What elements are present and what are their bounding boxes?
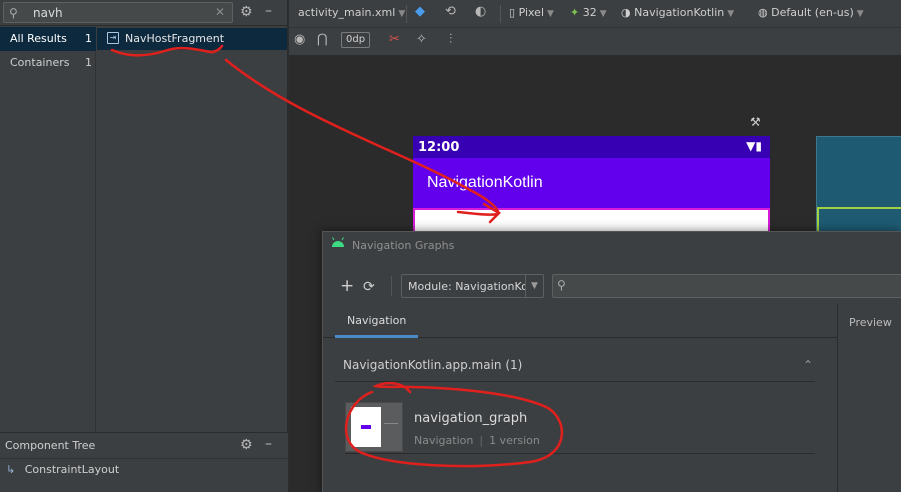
orientation-icon[interactable]: ⟲ (445, 4, 456, 19)
eye-icon[interactable]: ◉ (294, 32, 305, 47)
fragment-thumbnail (351, 407, 381, 447)
list-item-navigation-graph[interactable]: navigation_graph Navigation | 1 version (345, 402, 815, 454)
locale-selector[interactable]: ◍ Default (en-us) ▼ (758, 6, 864, 19)
globe-icon: ◍ (758, 6, 772, 19)
palette-results: ⇥ NavHostFragment (96, 27, 288, 432)
component-tree-header: Component Tree ⚙ – (0, 433, 288, 459)
locale-label: Default (en-us) (771, 6, 854, 19)
chevron-down-icon: ▼ (599, 9, 607, 19)
search-icon: ⚲ (557, 278, 566, 292)
magnet-icon[interactable]: ⋂ (317, 32, 328, 47)
chevron-up-icon[interactable]: ⌃ (803, 358, 813, 372)
component-tree-title: Component Tree (5, 439, 96, 452)
minimize-icon[interactable]: – (265, 3, 272, 19)
meta-divider: | (479, 434, 484, 447)
theme-icon: ◑ (621, 6, 635, 19)
category-count: 1 (85, 32, 92, 45)
minimize-icon[interactable]: – (265, 436, 272, 452)
device-label: Pixel (518, 6, 545, 19)
navigation-graph-thumbnail (345, 402, 403, 452)
clear-constraints-icon[interactable]: ✂ (389, 32, 400, 47)
dialog-tabs: Navigation (323, 304, 837, 338)
search-icon: ⚲ (9, 6, 18, 20)
layers-icon[interactable]: ◆ (415, 4, 425, 19)
chevron-down-icon: ▼ (727, 9, 735, 19)
gear-icon[interactable]: ⚙ (240, 437, 253, 453)
align-icon[interactable]: ⫶ (449, 32, 452, 47)
toolbar-divider (406, 5, 407, 23)
dialog-toolbar: + ⟳ Module: NavigationKotlin ▼ ⚲ (323, 270, 901, 300)
resource-group-label: NavigationKotlin.app.main (1) (343, 358, 523, 372)
palette-item-navhostfragment[interactable]: ⇥ NavHostFragment (97, 28, 287, 50)
category-containers[interactable]: Containers 1 (0, 51, 96, 75)
constraint-layout-icon: ↳ (6, 463, 16, 476)
close-icon[interactable]: ✕ (215, 5, 225, 19)
add-icon[interactable]: + (340, 278, 354, 295)
wrench-icon[interactable]: ⚒ (750, 115, 761, 129)
status-bar: 12:00 ▼▮ (413, 136, 770, 158)
preview-label: Preview (849, 316, 892, 329)
component-tree-panel: Component Tree ⚙ – ↳ ConstraintLayout (0, 432, 288, 492)
design-toolbar: activity_main.xml ▼ ◆ ⟲ ◐ ▯ Pixel ▼ ✦ 32 ▼ … (289, 0, 901, 28)
theme-selector[interactable]: ◑ NavigationKotlin ▼ (621, 6, 734, 19)
dialog-title: Navigation Graphs (352, 239, 455, 252)
app-bar: NavigationKotlin (413, 158, 770, 208)
signal-battery-icon: ▼▮ (746, 139, 762, 153)
api-label: 32 (582, 6, 597, 19)
dialog-title-bar: Navigation Graphs (323, 232, 901, 258)
infer-constraints-icon[interactable]: ✧ (416, 32, 427, 47)
palette-search-value: navh (33, 6, 63, 20)
android-icon (332, 237, 344, 247)
graph-meta: Navigation | 1 version (414, 434, 540, 447)
palette-panel: ⚲ navh ✕ ⚙ – All Results 1 Containers 1 … (0, 0, 288, 432)
api-selector[interactable]: ✦ 32 ▼ (570, 6, 607, 19)
app-bar-title: NavigationKotlin (427, 174, 543, 191)
gear-icon[interactable]: ⚙ (240, 4, 253, 20)
category-all-results[interactable]: All Results 1 (0, 27, 96, 51)
tree-item-constraintlayout[interactable]: ↳ ConstraintLayout (6, 463, 119, 476)
graph-name: navigation_graph (414, 411, 528, 426)
status-time: 12:00 (418, 140, 460, 155)
category-label: All Results (10, 32, 67, 45)
file-label: activity_main.xml (298, 6, 396, 19)
chevron-down-icon: ▼ (398, 9, 406, 19)
palette-search-row: ⚲ navh ✕ ⚙ – (0, 0, 288, 26)
dialog-search-input[interactable]: ⚲ (552, 274, 901, 298)
palette-categories: All Results 1 Containers 1 (0, 27, 96, 432)
graph-versions: 1 version (489, 434, 540, 447)
chevron-down-icon: ▼ (547, 9, 554, 19)
category-label: Containers (10, 56, 70, 69)
module-dropdown[interactable]: Module: NavigationKotlin ▼ (401, 274, 544, 298)
theme-label: NavigationKotlin (634, 6, 725, 19)
refresh-icon[interactable]: ⟳ (363, 279, 375, 295)
navigation-graphs-dialog: Navigation Graphs + ⟳ Module: Navigation… (322, 231, 901, 492)
night-mode-icon[interactable]: ◐ (475, 4, 486, 19)
palette-item-label: NavHostFragment (125, 32, 225, 45)
thumbnail-button (361, 425, 371, 429)
phone-icon: ▯ (509, 6, 519, 19)
android-icon: ✦ (570, 6, 583, 19)
chevron-down-icon: ▼ (525, 275, 543, 297)
graph-type: Navigation (414, 434, 474, 447)
file-selector[interactable]: activity_main.xml ▼ (298, 6, 405, 19)
resource-group-header[interactable]: NavigationKotlin.app.main (1) ⌃ (335, 350, 815, 382)
toolbar-divider (391, 276, 392, 296)
nav-host-fragment-icon: ⇥ (107, 32, 119, 44)
category-count: 1 (85, 56, 92, 69)
default-margin-field[interactable]: 0dp (341, 32, 371, 48)
tree-item-label: ConstraintLayout (24, 463, 120, 476)
toolbar-divider (500, 5, 501, 23)
palette-search-input[interactable]: ⚲ navh ✕ (3, 2, 233, 23)
device-selector[interactable]: ▯ Pixel ▼ (509, 6, 554, 19)
preview-panel: Preview (837, 304, 901, 492)
layout-toolbar: ◉ ⋂ 0dp ✂ ✧ ⫶ (289, 28, 901, 56)
chevron-down-icon: ▼ (856, 9, 864, 19)
tab-navigation[interactable]: Navigation (335, 304, 419, 338)
thumbnail-connector (384, 423, 398, 424)
module-value: Module: NavigationKotlin (408, 280, 526, 293)
